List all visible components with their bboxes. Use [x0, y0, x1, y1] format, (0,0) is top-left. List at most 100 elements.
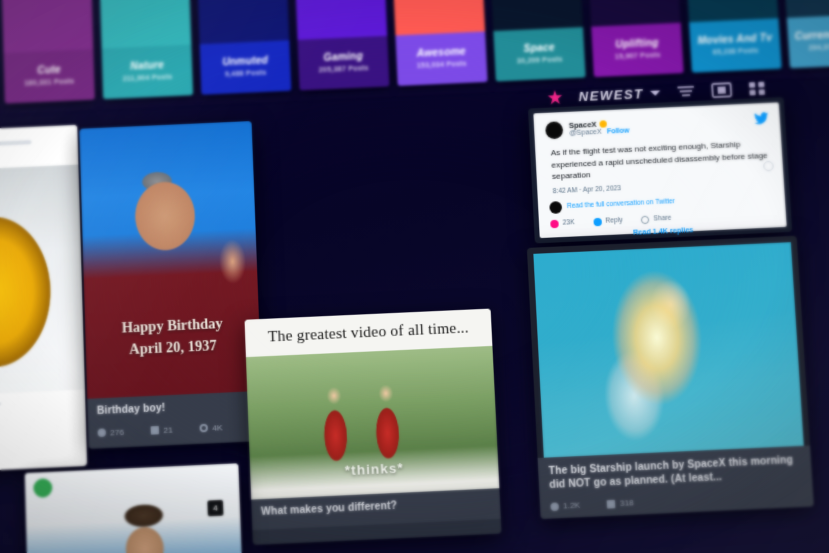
- post-video-thumbnail[interactable]: The greatest video of all time... *think…: [244, 308, 500, 500]
- tweet-text: As if the flight test was not exciting e…: [550, 139, 768, 182]
- birthday-overlay: Happy Birthday April 20, 1937: [85, 313, 260, 363]
- category-meta: Unmuted 9,488 Posts: [199, 40, 292, 95]
- category-tile[interactable]: Cute 180,331 Posts: [2, 0, 95, 104]
- reply-icon: [592, 217, 602, 227]
- category-count: 65,238 Posts: [712, 47, 759, 57]
- reddit-action-row[interactable]: [0, 417, 79, 433]
- category-tile[interactable]: Uplifting 15,907 Posts: [587, 0, 684, 78]
- comment-icon: [607, 499, 616, 509]
- category-tile[interactable]: Current Events 294,373 Posts: [782, 0, 829, 69]
- post-card-birthday[interactable]: Happy Birthday April 20, 1937 Birthday b…: [79, 121, 264, 450]
- post-card-reddit[interactable]: [0, 124, 88, 474]
- category-art: [197, 0, 290, 45]
- category-count: 205,387 Posts: [318, 65, 369, 75]
- category-meta: Cute 180,331 Posts: [3, 49, 95, 104]
- placeholder-line: [0, 140, 33, 149]
- stat-comments-value: 318: [619, 497, 634, 509]
- heart-icon: [550, 219, 559, 229]
- avatar: [545, 121, 564, 140]
- stat-shares-value: 4K: [212, 422, 223, 433]
- category-meta: Movies And Tv 65,238 Posts: [688, 18, 782, 73]
- stat-views: 1.2K: [550, 500, 580, 511]
- comment-icon: [150, 425, 160, 435]
- post-video-thumbnail[interactable]: 4: [24, 463, 243, 553]
- post-image: [533, 242, 804, 458]
- tweet-like-count: 23K: [562, 219, 575, 228]
- category-name: Current Events: [794, 28, 829, 43]
- category-tile[interactable]: Gaming 205,387 Posts: [295, 0, 390, 91]
- category-art: [392, 0, 486, 36]
- category-name: Unmuted: [222, 55, 269, 69]
- post-card-launch[interactable]: The big Starship launch by SpaceX this m…: [526, 235, 814, 520]
- tweet-reply-label: Reply: [605, 217, 623, 226]
- photographed-screen-stage: Weird 101,447 Posts Cute 180,331 Posts N…: [0, 0, 829, 553]
- verified-badge-icon: [599, 120, 608, 128]
- post-card-person-video[interactable]: 4: [24, 463, 243, 553]
- share-icon: [199, 423, 209, 433]
- tweet-share-label: Share: [653, 215, 672, 224]
- category-count: 180,331 Posts: [24, 78, 75, 88]
- tweet-like-action[interactable]: 23K: [550, 219, 575, 229]
- category-meta: Awesome 153,034 Posts: [395, 31, 488, 86]
- post-image: Happy Birthday April 20, 1937: [79, 121, 262, 399]
- stat-views-value: 276: [109, 427, 125, 438]
- stat-comments: 318: [607, 498, 634, 509]
- avatar: [549, 200, 563, 214]
- reddit-award-row: [0, 151, 78, 165]
- category-name: Awesome: [416, 46, 467, 60]
- stat-comments-value: 21: [163, 424, 173, 435]
- category-name: Uplifting: [615, 37, 660, 51]
- category-name: Space: [523, 42, 556, 55]
- category-count: 294,373 Posts: [808, 43, 829, 53]
- stat-shares: 4K: [199, 422, 223, 433]
- tweet-handle: @SpaceX: [569, 129, 602, 138]
- category-name: Gaming: [323, 50, 364, 64]
- post-card-video[interactable]: The greatest video of all time... *think…: [244, 308, 502, 546]
- placeholder-line: [0, 401, 2, 409]
- post-footer: The big Starship launch by SpaceX this m…: [537, 445, 814, 520]
- post-caption: Birthday boy!: [96, 402, 166, 418]
- tweet-reply-action[interactable]: Reply: [592, 217, 623, 227]
- post-card-tweet[interactable]: SpaceX @SpaceX Follow As if the flight t…: [527, 97, 793, 244]
- stat-views: 276: [97, 427, 124, 438]
- tweet-options-icon[interactable]: [763, 160, 774, 172]
- category-tile[interactable]: Unmuted 9,488 Posts: [197, 0, 292, 95]
- post-stats: 276 21 4K: [97, 421, 253, 438]
- category-tile[interactable]: Awesome 153,034 Posts: [392, 0, 488, 86]
- category-count: 30,209 Posts: [516, 56, 563, 66]
- post-caption: What makes you different?: [260, 500, 398, 519]
- stat-comments: 21: [150, 424, 173, 435]
- tweet-follow-link[interactable]: Follow: [607, 128, 630, 138]
- stat-views-value: 1.2K: [562, 500, 581, 511]
- post-stats: 1.2K 318: [550, 490, 803, 511]
- reddit-post-footer: [0, 390, 86, 442]
- category-meta: Current Events 294,373 Posts: [786, 14, 829, 69]
- category-meta: Gaming 205,387 Posts: [297, 36, 390, 91]
- category-tile[interactable]: Movies And Tv 65,238 Posts: [685, 0, 782, 73]
- eye-icon: [550, 501, 560, 511]
- category-art: [99, 0, 192, 49]
- category-art: [490, 0, 584, 32]
- category-art: [2, 0, 94, 54]
- eye-icon: [97, 428, 107, 438]
- category-count: 153,034 Posts: [416, 60, 467, 71]
- tweet-share-action[interactable]: Share: [640, 215, 672, 225]
- category-count: 211,904 Posts: [122, 74, 173, 84]
- post-image: [0, 164, 85, 397]
- category-name: Nature: [130, 59, 165, 73]
- share-icon: [640, 215, 650, 225]
- category-tile[interactable]: Nature 211,904 Posts: [99, 0, 194, 100]
- twitter-bird-icon: [753, 112, 769, 125]
- category-art: [782, 0, 829, 19]
- tweet-account: SpaceX @SpaceX Follow: [569, 113, 749, 140]
- category-name: Cute: [37, 64, 61, 77]
- tweet-conversation-link[interactable]: Read the full conversation on Twitter: [567, 198, 675, 210]
- post-footer: Birthday boy! 276 21 4K: [87, 390, 264, 448]
- post-caption: The big Starship launch by SpaceX this m…: [548, 454, 794, 491]
- category-meta: Space 30,209 Posts: [493, 27, 586, 82]
- category-art: [295, 0, 388, 41]
- category-tile[interactable]: Space 30,209 Posts: [490, 0, 586, 82]
- tweet-header: SpaceX @SpaceX Follow: [545, 112, 769, 141]
- app-screen: Weird 101,447 Posts Cute 180,331 Posts N…: [0, 0, 829, 553]
- avatar: [31, 475, 55, 501]
